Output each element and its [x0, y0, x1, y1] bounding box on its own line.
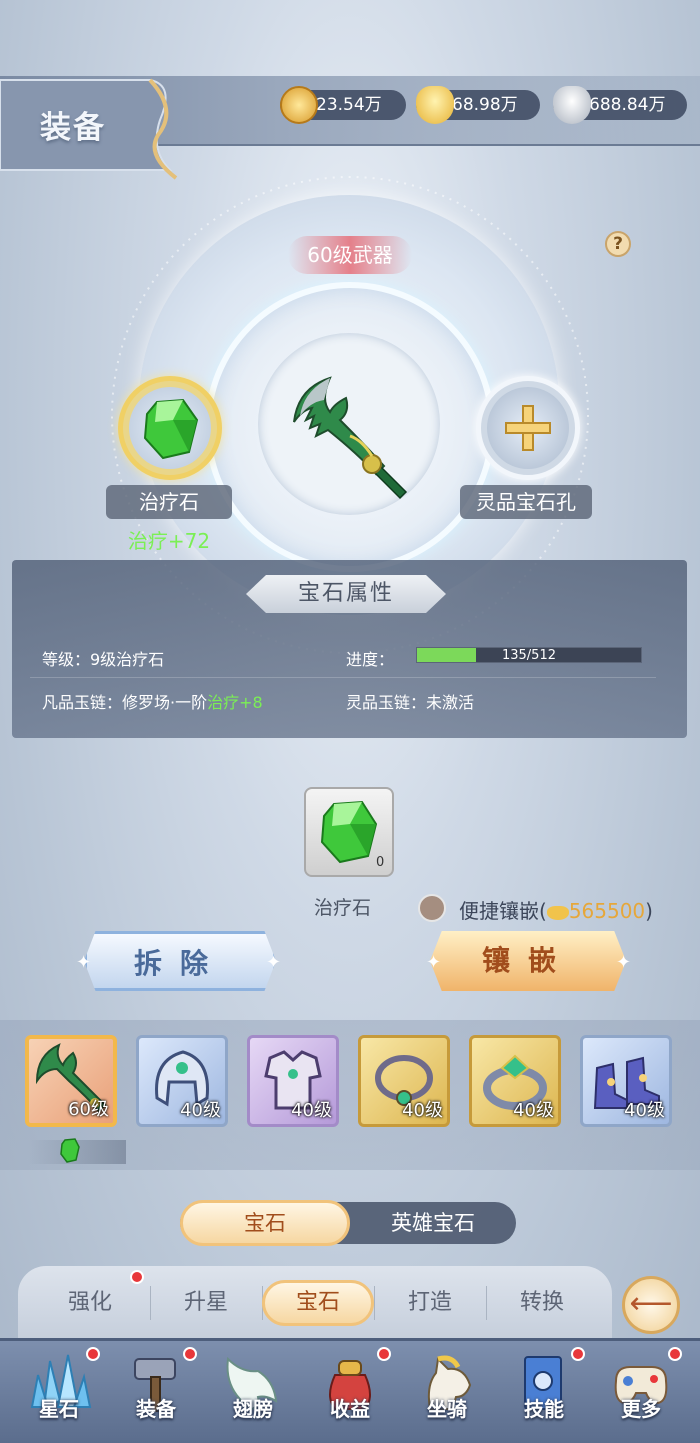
gem-count: 0	[376, 855, 385, 870]
notification-dot	[130, 1270, 144, 1284]
nav-mount[interactable]: 坐骑	[402, 1345, 492, 1440]
nav-label: 收益	[330, 1397, 370, 1421]
equip-level: 40级	[291, 1100, 332, 1121]
equip-slot-necklace[interactable]: 40级	[358, 1035, 450, 1127]
weapon-level-label: 60级武器	[288, 236, 412, 274]
spirit-chain-text: 灵品玉链：未激活	[346, 693, 475, 712]
currency-value: 23.54万	[316, 95, 382, 115]
equip-level: 40级	[624, 1100, 665, 1121]
notification-dot	[86, 1347, 100, 1361]
left-socket-name: 治疗石	[106, 485, 232, 519]
nav-label: 装备	[136, 1397, 176, 1421]
currency-gold[interactable]: 68.98万	[416, 86, 540, 124]
progress-label: 进度：	[346, 650, 395, 669]
tab-convert[interactable]: 转换	[486, 1280, 598, 1326]
equip-slot-armor[interactable]: 40级	[247, 1035, 339, 1127]
equip-slot-helmet[interactable]: 40级	[136, 1035, 228, 1127]
nav-label: 星石	[39, 1397, 79, 1421]
progress-text: 135/512	[501, 648, 556, 663]
currency-value: 688.84万	[589, 95, 666, 115]
mortal-chain-bonus: 治疗+8	[207, 693, 263, 712]
quick-inlay-text: 便捷镶嵌(	[459, 899, 547, 923]
tab-star-up[interactable]: 升星	[150, 1280, 262, 1326]
green-blade-icon	[293, 376, 408, 500]
equip-level: 60级	[68, 1099, 109, 1120]
dragon-coin-icon	[280, 86, 318, 124]
equip-slot-weapon[interactable]: 60级	[25, 1035, 117, 1127]
nav-label: 更多	[621, 1397, 661, 1421]
back-arrow-icon: ⟵	[629, 1286, 673, 1321]
nav-label: 坐骑	[427, 1397, 467, 1421]
progress-bar: 135/512	[416, 647, 642, 663]
sparkle-icon: ✦	[266, 952, 282, 973]
nav-income[interactable]: 收益	[305, 1345, 395, 1440]
plus-icon	[505, 405, 551, 451]
nav-label: 技能	[524, 1397, 564, 1421]
panel-title: 宝石属性	[246, 575, 446, 613]
equip-level: 40级	[513, 1100, 554, 1121]
nav-wings[interactable]: 翅膀	[208, 1345, 298, 1440]
right-socket-name: 灵品宝石孔	[460, 485, 592, 519]
sparkle-icon: ✦	[426, 952, 442, 973]
tab-gem[interactable]: 宝石	[180, 1200, 350, 1246]
notification-dot	[183, 1347, 197, 1361]
help-button[interactable]: ?	[605, 231, 631, 257]
quick-inlay-label: 便捷镶嵌( 565500)	[459, 895, 653, 924]
left-socket-bonus: 治疗+72	[127, 529, 211, 553]
currency-silver[interactable]: 688.84万	[553, 86, 687, 124]
equip-level: 40级	[180, 1100, 221, 1121]
gold-ingot-icon	[416, 86, 454, 124]
inventory-gem-name: 治疗石	[314, 897, 372, 919]
equip-slot-boots[interactable]: 40级	[580, 1035, 672, 1127]
healing-stone-icon	[320, 800, 378, 864]
nav-label: 翅膀	[233, 1397, 273, 1421]
nav-skill[interactable]: 技能	[499, 1345, 589, 1440]
notification-dot	[377, 1347, 391, 1361]
inlay-button[interactable]: 镶嵌	[430, 931, 626, 991]
tab-gem-main[interactable]: 宝石	[262, 1280, 374, 1326]
tab-enhance[interactable]: 强化	[34, 1280, 146, 1326]
sparkle-icon: ✦	[616, 952, 632, 973]
healing-stone-icon	[60, 1138, 80, 1163]
nav-star-stone[interactable]: 星石	[14, 1345, 104, 1440]
silver-ingot-icon	[553, 86, 591, 124]
quick-inlay-checkbox[interactable]	[418, 894, 446, 922]
sparkle-icon: ✦	[76, 952, 92, 973]
equip-slot-ring[interactable]: 40级	[469, 1035, 561, 1127]
notification-dot	[571, 1347, 585, 1361]
currency-dragon-coin[interactable]: 23.54万	[280, 86, 406, 124]
nav-equipment[interactable]: 装备	[111, 1345, 201, 1440]
mortal-chain-label: 凡品玉链：修罗场·一阶	[42, 693, 208, 712]
currency-value: 68.98万	[452, 95, 518, 115]
remove-button[interactable]: 拆除	[84, 931, 276, 991]
panel-divider	[30, 677, 656, 678]
mortal-chain-text: 凡品玉链：修罗场·一阶治疗+8	[42, 689, 263, 713]
notification-dot	[668, 1347, 682, 1361]
nav-more[interactable]: 更多	[596, 1345, 686, 1440]
quick-inlay-cost: 565500	[568, 899, 646, 923]
back-button[interactable]: ⟵	[622, 1276, 680, 1334]
equip-level: 40级	[402, 1100, 443, 1121]
equipment-screen: 装备 23.54万 68.98万 688.84万 ? 60级武器 治疗石 治疗+…	[0, 0, 700, 1443]
page-title: 装备	[40, 110, 106, 146]
gem-level-text: 等级：9级治疗石	[42, 650, 165, 669]
healing-stone-icon	[143, 398, 199, 460]
gold-ingot-icon	[546, 905, 569, 920]
tab-forge[interactable]: 打造	[374, 1280, 486, 1326]
quick-inlay-close: )	[645, 899, 653, 923]
tab-hero-gem[interactable]: 英雄宝石	[358, 1200, 508, 1246]
tab-gem-label: 宝石	[244, 1211, 286, 1235]
